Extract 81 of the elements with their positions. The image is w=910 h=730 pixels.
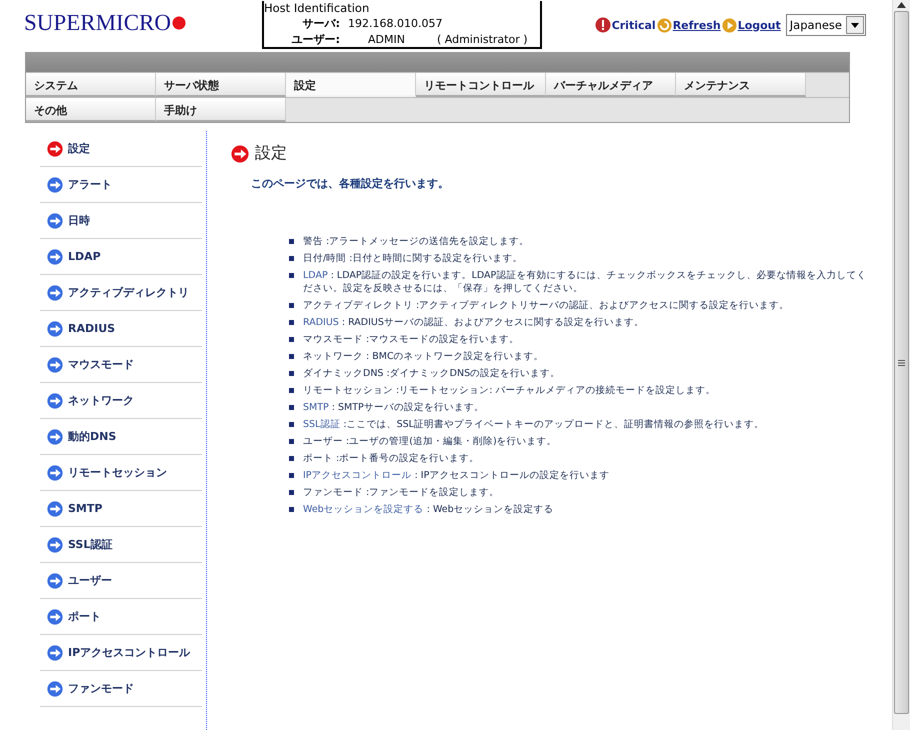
- critical-link[interactable]: Critical: [612, 18, 656, 32]
- settings-link[interactable]: SMTP: [303, 402, 329, 413]
- alert-icon: [594, 17, 611, 33]
- bullet-icon: [289, 473, 294, 478]
- user-label: ユーザー:: [290, 32, 340, 46]
- sidebar-item[interactable]: 動的DNS: [40, 419, 202, 455]
- bullet-icon: [289, 239, 294, 244]
- scroll-up-icon[interactable]: [897, 2, 906, 8]
- description-text: ネットワーク : BMCのネットワーク設定を行います。: [303, 350, 545, 363]
- sidebar-item[interactable]: マウスモード: [40, 347, 202, 383]
- menu-tab[interactable]: 手助け: [156, 98, 286, 122]
- menu-tab[interactable]: サーバ状態: [156, 73, 286, 97]
- description-text: SSL認証 :ここでは、SSL証明書やプライベートキーのアップロードと、証明書情報の参照を行います。: [303, 418, 765, 431]
- bullet-icon: [289, 320, 294, 325]
- language-select[interactable]: Japanese: [786, 14, 866, 36]
- description-text: ユーザー :ユーザの管理(追加・編集・削除)を行います。: [303, 435, 558, 448]
- bullet-icon: [289, 507, 294, 512]
- intro-text: このページでは、各種設定を行います。: [251, 176, 450, 191]
- settings-link[interactable]: Webセッションを設定する: [303, 504, 424, 515]
- sidebar-item[interactable]: LDAP: [40, 239, 202, 275]
- description-text: RADIUS : RADIUSサーバの認証、およびアクセスに関する設定を行います。: [303, 316, 645, 329]
- description-text: ダイナミックDNS :ダイナミックDNSの設定を行います。: [303, 367, 562, 380]
- sidebar-item[interactable]: SSL認証: [40, 527, 202, 563]
- bullet-icon: [289, 439, 294, 444]
- settings-link[interactable]: SSL認証: [303, 419, 340, 430]
- bullet-icon: [289, 388, 294, 393]
- bullet-icon: [289, 273, 294, 278]
- description-text: LDAP : LDAP認証の設定を行います。LDAP認証を有効にするには、チェックボックスをチェックし、必要な情報を入力してください。設定を反映させるには、「保存」を押してください。: [303, 269, 868, 295]
- page-title: 設定: [255, 143, 287, 164]
- description-text: IPアクセスコントロール : IPアクセスコントロールの設定を行います: [303, 469, 610, 482]
- bullet-icon: [289, 354, 294, 359]
- dropdown-arrow-icon: [851, 22, 859, 28]
- bullet-icon: [289, 371, 294, 376]
- menu-tab[interactable]: システム: [26, 73, 156, 97]
- menu-tab[interactable]: リモートコントロール: [416, 73, 546, 97]
- host-identification-legend: Host Identification: [264, 1, 372, 15]
- logo: SUPERMICRO: [24, 10, 262, 36]
- server-label: サーバ:: [302, 16, 340, 30]
- sidebar-item[interactable]: RADIUS: [40, 311, 202, 347]
- sidebar-item[interactable]: ユーザー: [40, 563, 202, 599]
- user-role: ( Administrator ): [436, 32, 528, 46]
- bullet-icon: [289, 405, 294, 410]
- bullet-icon: [289, 303, 294, 308]
- description-text: リモートセッション :リモートセッション: バーチャルメディアの接続モードを設定します。: [303, 384, 716, 397]
- logout-link[interactable]: Logout: [738, 18, 781, 32]
- description-text: アクティブディレクトリ :アクティブディレクトリサーバの認証、およびアクセスに関する設定を行います。: [303, 299, 790, 312]
- bullet-icon: [289, 456, 294, 461]
- description-text: 警告 :アラートメッセージの送信先を設定します。: [303, 235, 530, 248]
- settings-link[interactable]: LDAP: [303, 270, 328, 281]
- sidebar-item[interactable]: IPアクセスコントロール: [40, 635, 202, 671]
- scrollbar-thumb[interactable]: [894, 11, 909, 714]
- sidebar-item[interactable]: ファンモード: [40, 671, 202, 707]
- sidebar-item[interactable]: アクティブディレクトリ: [40, 275, 202, 311]
- description-text: ポート :ポート番号の設定を行います。: [303, 452, 480, 465]
- description-text: SMTP : SMTPサーバの設定を行います。: [303, 401, 485, 414]
- sidebar-item[interactable]: アラート: [40, 167, 202, 203]
- description-text: マウスモード :マウスモードの設定を行います。: [303, 333, 520, 346]
- bullet-icon: [289, 422, 294, 427]
- bullet-icon: [289, 337, 294, 342]
- bullet-icon: [289, 490, 294, 495]
- menu-tab[interactable]: バーチャルメディア: [546, 73, 676, 97]
- menu-tab[interactable]: メンテナンス: [676, 73, 806, 97]
- user-value: ADMIN: [368, 32, 405, 46]
- settings-link[interactable]: RADIUS: [303, 317, 339, 328]
- menu-tab[interactable]: その他: [26, 98, 156, 122]
- description-text: 日付/時間 :日付と時間に関する設定を行います。: [303, 252, 524, 265]
- menu-tab[interactable]: 設定: [286, 73, 416, 97]
- description-text: ファンモード :ファンモードを設定します。: [303, 486, 500, 499]
- sidebar-item[interactable]: ネットワーク: [40, 383, 202, 419]
- sidebar-item[interactable]: 設定: [40, 131, 202, 167]
- logout-icon: [722, 18, 737, 32]
- description-text: Webセッションを設定する : Webセッションを設定する: [303, 503, 555, 516]
- refresh-link[interactable]: Refresh: [672, 18, 721, 32]
- refresh-icon: [656, 18, 672, 32]
- sidebar-item[interactable]: 日時: [40, 203, 202, 239]
- server-value: 192.168.010.057: [348, 16, 442, 30]
- sidebar-item[interactable]: リモートセッション: [40, 455, 202, 491]
- sidebar-item[interactable]: SMTP: [40, 491, 202, 527]
- bullet-icon: [289, 256, 294, 261]
- sidebar-item[interactable]: ポート: [40, 599, 202, 635]
- settings-link[interactable]: IPアクセスコントロール: [303, 470, 412, 481]
